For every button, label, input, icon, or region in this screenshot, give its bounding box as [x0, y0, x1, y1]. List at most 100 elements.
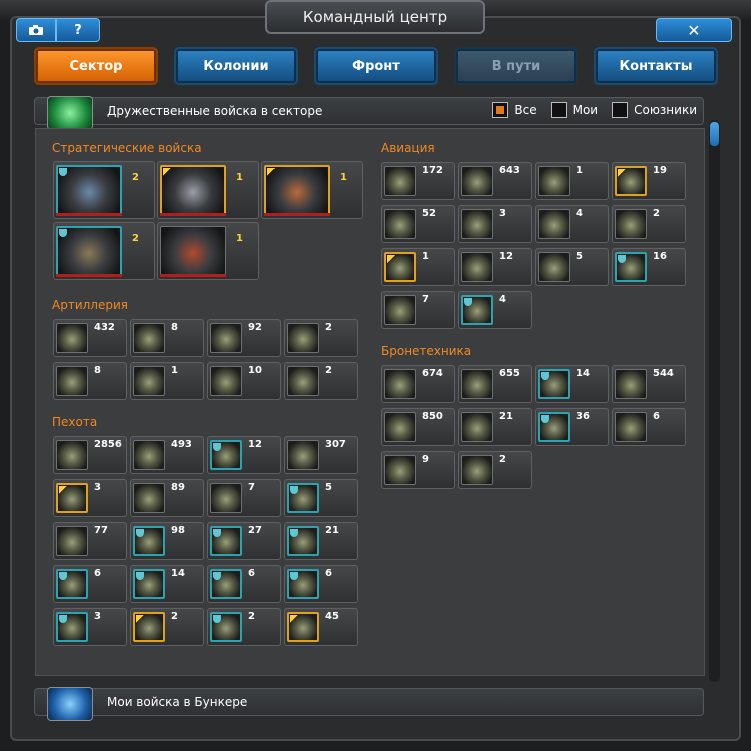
unit-card[interactable]: 1 — [157, 222, 259, 280]
unit-portrait — [615, 369, 647, 399]
unit-portrait — [133, 526, 165, 556]
unit-portrait — [56, 165, 122, 215]
unit-card[interactable]: 52 — [381, 205, 455, 243]
unit-count: 8 — [94, 365, 101, 376]
unit-card[interactable]: 19 — [612, 162, 686, 200]
unit-portrait — [56, 366, 88, 396]
category-title-armor: Бронетехника — [381, 344, 472, 358]
unit-card[interactable]: 2 — [458, 451, 532, 489]
unit-card[interactable]: 2 — [207, 608, 281, 646]
unit-card[interactable]: 6 — [284, 565, 358, 603]
unit-card[interactable]: 16 — [612, 248, 686, 286]
filter-mine-label: Мои — [572, 103, 599, 117]
filter-allies-checkbox[interactable] — [612, 102, 629, 118]
unit-card[interactable]: 4 — [535, 205, 609, 243]
unit-card[interactable]: 172 — [381, 162, 455, 200]
unit-card[interactable]: 12 — [458, 248, 532, 286]
unit-card[interactable]: 36 — [535, 408, 609, 446]
unit-count: 2856 — [94, 439, 122, 450]
tab-sector[interactable]: Сектор — [34, 47, 158, 85]
unit-count: 655 — [499, 368, 520, 379]
unit-card[interactable]: 544 — [612, 365, 686, 403]
unit-card[interactable]: 3 — [53, 608, 127, 646]
unit-card[interactable]: 1 — [261, 161, 363, 219]
unit-card[interactable]: 2 — [284, 362, 358, 400]
unit-card[interactable]: 10 — [207, 362, 281, 400]
unit-card[interactable]: 9 — [381, 451, 455, 489]
unit-card[interactable]: 6 — [53, 565, 127, 603]
tab-front[interactable]: Фронт — [314, 47, 438, 85]
unit-portrait — [287, 526, 319, 556]
help-button[interactable]: ? — [56, 18, 100, 42]
unit-count: 4 — [499, 294, 506, 305]
camera-button[interactable] — [16, 18, 56, 42]
unit-card[interactable]: 21 — [458, 408, 532, 446]
unit-card[interactable]: 850 — [381, 408, 455, 446]
unit-card[interactable]: 2856 — [53, 436, 127, 474]
unit-card[interactable]: 14 — [130, 565, 204, 603]
shield-icon — [213, 529, 221, 537]
unit-card[interactable]: 6 — [612, 408, 686, 446]
unit-card[interactable]: 21 — [284, 522, 358, 560]
unit-card[interactable]: 1 — [535, 162, 609, 200]
unit-count: 12 — [499, 251, 513, 262]
unit-card[interactable]: 14 — [535, 365, 609, 403]
unit-card[interactable]: 5 — [535, 248, 609, 286]
unit-card[interactable]: 1 — [130, 362, 204, 400]
unit-card[interactable]: 3 — [458, 205, 532, 243]
unit-card[interactable]: 12 — [207, 436, 281, 474]
unit-card[interactable]: 2 — [612, 205, 686, 243]
unit-count: 6 — [653, 411, 660, 422]
unit-card[interactable]: 643 — [458, 162, 532, 200]
shield-icon — [59, 168, 67, 176]
unit-card[interactable]: 77 — [53, 522, 127, 560]
unit-card[interactable]: 307 — [284, 436, 358, 474]
tab-colonies[interactable]: Колонии — [174, 47, 298, 85]
unit-portrait — [615, 412, 647, 442]
unit-portrait — [615, 209, 647, 239]
close-button[interactable]: ✕ — [656, 18, 732, 42]
unit-count: 2 — [132, 233, 139, 244]
filter-mine-checkbox[interactable] — [550, 102, 567, 118]
unit-card[interactable]: 5 — [284, 479, 358, 517]
unit-card[interactable]: 27 — [207, 522, 281, 560]
unit-count: 21 — [499, 411, 513, 422]
tab-contacts[interactable]: Контакты — [594, 47, 718, 85]
unit-card[interactable]: 2 — [130, 608, 204, 646]
unit-card[interactable]: 493 — [130, 436, 204, 474]
bunker-header[interactable]: Мои войска в Бункере — [34, 687, 704, 721]
unit-card[interactable]: 1 — [157, 161, 259, 219]
unit-card[interactable]: 7 — [207, 479, 281, 517]
unit-card[interactable]: 2 — [284, 319, 358, 357]
scrollbar-thumb[interactable] — [710, 122, 719, 146]
filter-all-label: Все — [514, 103, 537, 117]
unit-card[interactable]: 8 — [130, 319, 204, 357]
unit-card[interactable]: 655 — [458, 365, 532, 403]
unit-portrait — [615, 252, 647, 282]
shield-icon — [290, 486, 298, 494]
unit-card[interactable]: 6 — [207, 565, 281, 603]
unit-portrait — [264, 165, 330, 215]
unit-card[interactable]: 2 — [53, 161, 155, 219]
unit-card[interactable]: 92 — [207, 319, 281, 357]
unit-card[interactable]: 3 — [53, 479, 127, 517]
unit-portrait — [133, 440, 165, 470]
health-bar — [160, 213, 226, 216]
unit-count: 12 — [248, 439, 262, 450]
unit-card[interactable]: 7 — [381, 291, 455, 329]
unit-portrait — [56, 569, 88, 599]
unit-count: 3 — [499, 208, 506, 219]
unit-card[interactable]: 1 — [381, 248, 455, 286]
unit-card[interactable]: 2 — [53, 222, 155, 280]
unit-card[interactable]: 98 — [130, 522, 204, 560]
unit-count: 2 — [248, 611, 255, 622]
unit-card[interactable]: 8 — [53, 362, 127, 400]
filter-all-checkbox[interactable] — [492, 102, 509, 118]
unit-card[interactable]: 89 — [130, 479, 204, 517]
vertical-scrollbar[interactable] — [709, 120, 720, 682]
unit-card[interactable]: 4 — [458, 291, 532, 329]
unit-portrait — [210, 612, 242, 642]
unit-card[interactable]: 432 — [53, 319, 127, 357]
unit-card[interactable]: 674 — [381, 365, 455, 403]
unit-card[interactable]: 45 — [284, 608, 358, 646]
